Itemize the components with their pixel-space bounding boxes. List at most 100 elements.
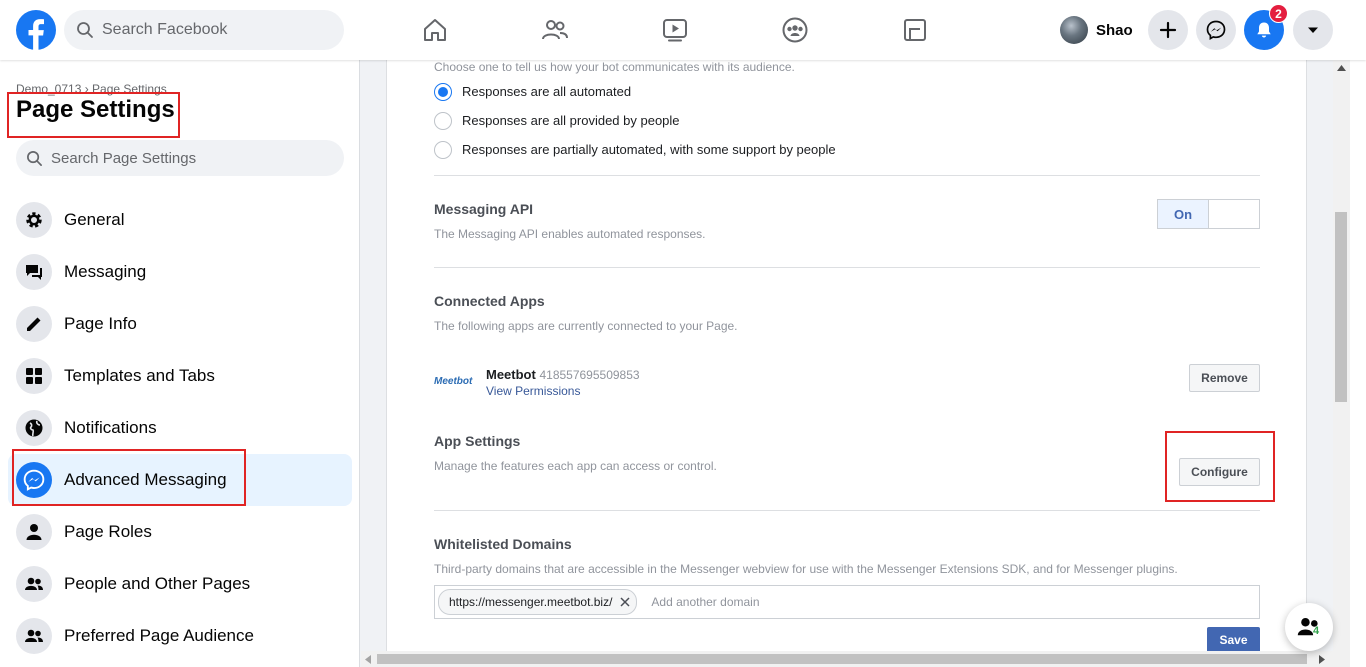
page-title: Page Settings xyxy=(16,96,175,123)
sidebar-item-label: Preferred Page Audience xyxy=(64,626,254,645)
domain-chip-label: https://messenger.meetbot.biz/ xyxy=(449,595,613,609)
divider xyxy=(434,267,1260,268)
vertical-scroll-thumb[interactable] xyxy=(1335,212,1347,402)
sidebar-item-label: General xyxy=(64,210,125,229)
settings-search-input[interactable] xyxy=(49,148,323,168)
close-icon[interactable] xyxy=(620,597,630,607)
app-settings-title: App Settings xyxy=(434,433,521,449)
contacts-count: 4 xyxy=(1313,625,1320,637)
radio-option-people[interactable]: Responses are all provided by people xyxy=(434,106,836,135)
globe-icon xyxy=(16,410,52,446)
settings-main-panel[interactable]: Choose one to tell us how your bot commu… xyxy=(361,60,1333,651)
sidebar-item-advanced-messaging[interactable]: Advanced Messaging xyxy=(8,454,352,506)
facebook-search-bar[interactable] xyxy=(64,10,344,50)
sidebar-item-label: People and Other Pages xyxy=(64,574,251,593)
sidebar-item-page-roles[interactable]: Page Roles xyxy=(8,506,352,558)
configure-button[interactable]: Configure xyxy=(1179,458,1260,486)
notification-count-badge: 2 xyxy=(1269,4,1288,23)
domain-chip: https://messenger.meetbot.biz/ xyxy=(438,589,638,615)
advanced-messaging-card: Choose one to tell us how your bot commu… xyxy=(386,60,1307,651)
people-icon xyxy=(16,618,52,654)
messaging-api-toggle[interactable]: On xyxy=(1157,199,1260,229)
gear-icon xyxy=(16,202,52,238)
bell-icon xyxy=(1257,22,1271,38)
save-domains-button[interactable]: Save xyxy=(1207,627,1260,651)
plus-icon xyxy=(1159,21,1177,39)
sidebar-item-preferred-page-audience[interactable]: Preferred Page Audience xyxy=(8,610,352,662)
breadcrumb[interactable]: Demo_0713 › Page Settings xyxy=(16,82,167,96)
vertical-scrollbar[interactable] xyxy=(1333,60,1350,651)
add-domain-input[interactable] xyxy=(649,594,954,610)
sidebar-item-label: Page Roles xyxy=(64,522,152,541)
avatar xyxy=(1060,16,1088,44)
bot-prompt: Choose one to tell us how your bot commu… xyxy=(434,60,795,74)
radio-button[interactable] xyxy=(434,140,452,159)
sidebar-item-people-and-other-pages[interactable]: People and Other Pages xyxy=(8,558,352,610)
profile-name: Shao xyxy=(1096,21,1133,39)
account-menu-button[interactable] xyxy=(1293,10,1333,50)
horizontal-scrollbar[interactable] xyxy=(361,651,1350,667)
radio-label: Responses are all automated xyxy=(462,84,632,99)
sidebar-item-label: Templates and Tabs xyxy=(64,366,215,385)
messenger-button[interactable] xyxy=(1196,10,1236,50)
divider xyxy=(434,510,1260,511)
meetbot-logo: Meetbot xyxy=(434,376,473,387)
sidebar-item-general[interactable]: General xyxy=(8,194,352,246)
whitelisted-domains-field[interactable]: https://messenger.meetbot.biz/ xyxy=(434,585,1260,619)
main-nav-tabs xyxy=(375,0,975,60)
app-settings-description: Manage the features each app can access … xyxy=(434,459,717,473)
gaming-icon[interactable] xyxy=(855,0,975,60)
toggle-on-label[interactable]: On xyxy=(1158,200,1209,228)
messenger-icon xyxy=(16,462,52,498)
scroll-left-arrow-icon[interactable] xyxy=(365,655,371,664)
horizontal-scroll-thumb[interactable] xyxy=(377,654,1307,664)
view-permissions-link[interactable]: View Permissions xyxy=(486,384,580,398)
sidebar-item-label: Messaging xyxy=(64,262,147,281)
notifications-button[interactable]: 2 xyxy=(1244,4,1288,50)
radio-button[interactable] xyxy=(434,82,452,101)
profile-shortcut[interactable]: Shao xyxy=(1060,14,1133,46)
caret-down-icon xyxy=(1308,27,1318,33)
radio-checked-dot xyxy=(438,86,448,97)
radio-button[interactable] xyxy=(434,111,452,130)
sidebar-item-messaging[interactable]: Messaging xyxy=(8,246,352,298)
settings-menu: General Messaging Page Info Templates an… xyxy=(8,194,352,662)
radio-label: Responses are partially automated, with … xyxy=(462,142,836,157)
sidebar-item-page-info[interactable]: Page Info xyxy=(8,298,352,350)
grid-icon xyxy=(16,358,52,394)
friends-icon[interactable] xyxy=(495,0,615,60)
messaging-api-title: Messaging API xyxy=(434,201,534,217)
remove-app-button[interactable]: Remove xyxy=(1189,364,1260,392)
search-icon xyxy=(76,21,94,39)
settings-search-bar[interactable] xyxy=(16,140,344,176)
sidebar-item-templates-and-tabs[interactable]: Templates and Tabs xyxy=(8,350,352,402)
right-gutter xyxy=(1350,60,1366,667)
app-id: 418557695509853 xyxy=(539,368,640,382)
bot-response-options: Responses are all automated Responses ar… xyxy=(434,77,836,164)
sidebar-item-notifications[interactable]: Notifications xyxy=(8,402,352,454)
watch-icon[interactable] xyxy=(615,0,735,60)
connected-apps-title: Connected Apps xyxy=(434,293,545,309)
search-icon xyxy=(26,150,43,167)
facebook-search-input[interactable] xyxy=(100,20,324,40)
whitelisted-domains-description: Third-party domains that are accessible … xyxy=(434,562,1178,576)
radio-option-partially-automated[interactable]: Responses are partially automated, with … xyxy=(434,135,836,164)
app-name-row: Meetbot 418557695509853 xyxy=(486,367,640,382)
sidebar-item-label: Advanced Messaging xyxy=(64,470,227,489)
app-name: Meetbot xyxy=(486,367,536,382)
scroll-up-arrow-icon[interactable] xyxy=(1337,65,1346,71)
contacts-float-button[interactable]: 4 xyxy=(1285,603,1333,651)
create-button[interactable] xyxy=(1148,10,1188,50)
pencil-icon xyxy=(16,306,52,342)
home-icon[interactable] xyxy=(375,0,495,60)
radio-option-automated[interactable]: Responses are all automated xyxy=(434,77,836,106)
connected-apps-description: The following apps are currently connect… xyxy=(434,319,738,333)
scroll-right-arrow-icon[interactable] xyxy=(1319,655,1325,664)
messaging-api-description: The Messaging API enables automated resp… xyxy=(434,227,706,241)
whitelisted-domains-title: Whitelisted Domains xyxy=(434,536,572,552)
chat-bubbles-icon xyxy=(16,254,52,290)
toggle-off-area[interactable] xyxy=(1209,200,1259,228)
groups-icon[interactable] xyxy=(735,0,855,60)
facebook-logo-icon[interactable] xyxy=(16,10,56,50)
people-icon xyxy=(16,566,52,602)
